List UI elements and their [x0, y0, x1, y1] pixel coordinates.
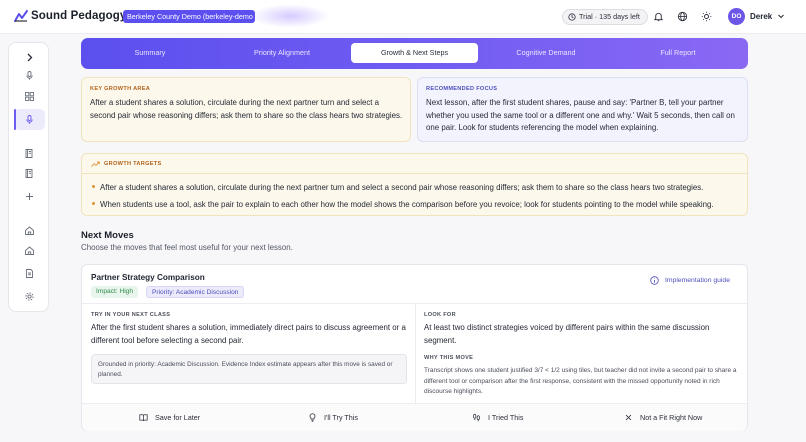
- gear-icon[interactable]: [24, 291, 35, 302]
- book-open-icon: [139, 414, 148, 422]
- grounded-note: Grounded in priority: Academic Discussio…: [91, 354, 407, 384]
- move-title: Partner Strategy Comparison: [91, 273, 205, 282]
- not-a-fit-button[interactable]: Not a Fit Right Now: [624, 413, 702, 422]
- tab-cognitive-demand[interactable]: Cognitive Demand: [485, 43, 607, 63]
- list-item: When students use a tool, ask the pair t…: [92, 200, 714, 209]
- close-icon: [625, 414, 632, 421]
- decorative-glow: [250, 4, 330, 28]
- save-label: Save for Later: [155, 413, 201, 422]
- look-for-label: LOOK FOR: [424, 312, 456, 318]
- logo-icon: [14, 10, 28, 22]
- home-icon[interactable]: [24, 225, 35, 236]
- try-label: I'll Try This: [324, 413, 358, 422]
- implementation-guide-link[interactable]: Implementation guide: [650, 276, 730, 285]
- section-subtitle: Choose the moves that feel most useful f…: [81, 243, 293, 252]
- impact-badge: Impact: High: [91, 286, 139, 298]
- why-text: Transcript shows one student justified 3…: [424, 367, 737, 395]
- active-indicator: [14, 109, 16, 130]
- document-icon[interactable]: [24, 268, 35, 279]
- brand-name[interactable]: Sound Pedagogy: [31, 10, 126, 22]
- tab-summary[interactable]: Summary: [89, 43, 211, 63]
- trending-up-icon: [91, 161, 100, 167]
- tried-label: I Tried This: [488, 413, 524, 422]
- target-text: After a student shares a solution, circu…: [100, 183, 704, 192]
- clock-icon: [568, 13, 576, 21]
- home-icon[interactable]: [24, 245, 35, 256]
- chevron-right-icon[interactable]: [24, 52, 35, 63]
- microphone-icon[interactable]: [24, 70, 35, 81]
- save-for-later-button[interactable]: Save for Later: [139, 413, 200, 422]
- org-badge[interactable]: Berkeley County Demo (berkeley-demo: [123, 10, 255, 23]
- trial-status[interactable]: Trial · 135 days left: [562, 9, 648, 25]
- why-label: WHY THIS MOVE: [424, 355, 474, 361]
- globe-icon[interactable]: [677, 11, 688, 22]
- growth-area-text: After a student shares a solution, circu…: [90, 98, 403, 120]
- target-text: When students use a tool, ask the pair t…: [100, 200, 714, 209]
- tab-growth-next-steps[interactable]: Growth & Next Steps: [351, 43, 478, 63]
- user-name[interactable]: Derek: [750, 12, 772, 21]
- priority-badge: Priority: Academic Discussion: [146, 286, 245, 298]
- key-growth-area-card: KEY GROWTH AREA After a student shares a…: [81, 77, 411, 142]
- look-for-text: At least two distinct strategies voiced …: [424, 323, 710, 345]
- focus-text: Next lesson, after the first student sha…: [426, 98, 735, 132]
- tab-full-report[interactable]: Full Report: [617, 43, 739, 63]
- info-icon: [650, 276, 659, 285]
- growth-targets-label: GROWTH TARGETS: [104, 161, 162, 167]
- grid-icon[interactable]: [24, 91, 35, 102]
- section-title: Next Moves: [81, 230, 134, 241]
- implementation-guide-label: Implementation guide: [665, 277, 730, 284]
- try-text: After the first student shares a solutio…: [91, 323, 406, 345]
- focus-label: RECOMMENDED FOCUS: [426, 86, 498, 92]
- move-actions: Save for Later I'll Try This I Tried Thi…: [82, 403, 747, 431]
- bell-icon[interactable]: [653, 11, 664, 22]
- sun-icon[interactable]: [701, 11, 712, 22]
- tried-this-button[interactable]: I Tried This: [472, 413, 523, 422]
- bullet: [92, 202, 95, 206]
- bullet: [92, 185, 95, 189]
- sidebar: [8, 42, 49, 312]
- not-fit-label: Not a Fit Right Now: [640, 413, 703, 422]
- growth-area-label: KEY GROWTH AREA: [90, 86, 151, 92]
- list-item: After a student shares a solution, circu…: [92, 183, 703, 192]
- footprints-icon: [473, 413, 480, 422]
- book-icon[interactable]: [24, 148, 35, 159]
- avatar[interactable]: DO: [728, 8, 745, 25]
- book-icon[interactable]: [24, 168, 35, 179]
- try-this-button[interactable]: I'll Try This: [308, 413, 358, 422]
- report-tabs: Summary Priority Alignment Growth & Next…: [81, 38, 748, 69]
- chevron-down-icon[interactable]: [777, 12, 785, 20]
- top-bar: Sound Pedagogy Berkeley County Demo (ber…: [0, 0, 806, 34]
- recommended-focus-card: RECOMMENDED FOCUS Next lesson, after the…: [417, 77, 748, 142]
- growth-targets-card: GROWTH TARGETS After a student shares a …: [81, 153, 748, 216]
- move-card: Partner Strategy Comparison Impact: High…: [81, 264, 748, 431]
- trial-text: Trial · 135 days left: [579, 12, 640, 21]
- tab-priority-alignment[interactable]: Priority Alignment: [221, 43, 343, 63]
- plus-icon[interactable]: [24, 191, 35, 202]
- try-label: TRY IN YOUR NEXT CLASS: [91, 312, 171, 318]
- divider: [415, 303, 416, 403]
- growth-targets-header: GROWTH TARGETS: [82, 154, 747, 174]
- lightbulb-icon: [309, 413, 316, 422]
- microphone-icon[interactable]: [24, 114, 35, 125]
